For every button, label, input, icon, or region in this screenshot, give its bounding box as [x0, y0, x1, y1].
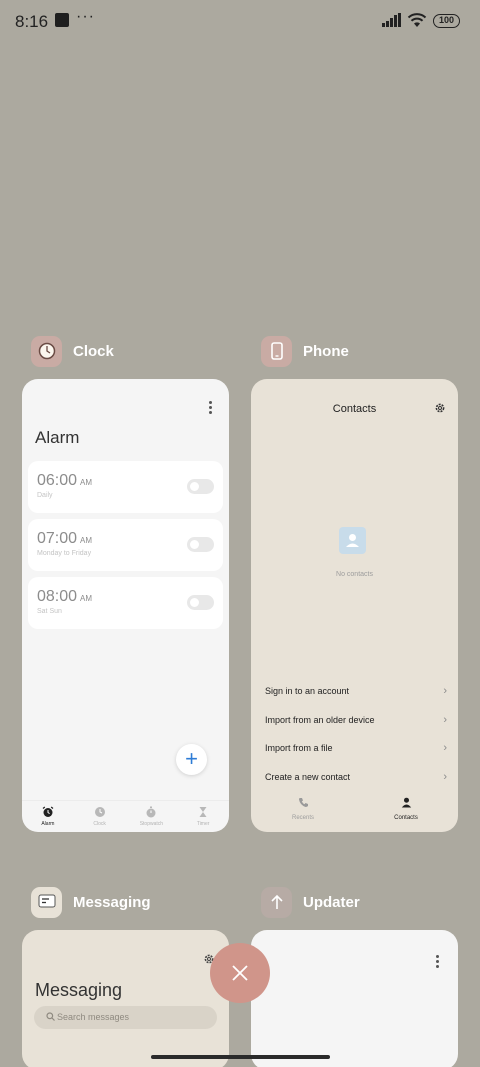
alarm-ampm: AM	[80, 594, 93, 603]
more-options-icon[interactable]	[209, 401, 213, 416]
search-placeholder: Search messages	[57, 1012, 130, 1022]
phone-icon	[298, 798, 308, 807]
clock-tab-bar: Alarm Clock Stopwatch Timer	[22, 800, 229, 832]
phone-app-preview[interactable]: Contacts No contacts Sign in to an accou…	[251, 379, 458, 832]
notification-icon	[55, 13, 69, 27]
signal-icon	[382, 13, 401, 27]
app-label-updater: Updater	[303, 893, 360, 911]
app-label-phone: Phone	[303, 342, 349, 360]
page-title: Contacts	[332, 403, 377, 415]
option-label: Import from an older device	[265, 715, 375, 725]
phone-app-icon	[261, 335, 292, 367]
battery-icon: 100	[433, 14, 460, 28]
messaging-app-icon	[31, 886, 62, 918]
alarm-toggle[interactable]	[187, 595, 214, 610]
tab-alarm[interactable]: Alarm	[22, 801, 74, 832]
empty-state-text: No contacts	[336, 571, 373, 578]
settings-gear-icon[interactable]	[434, 402, 446, 414]
tab-label: Timer	[196, 821, 210, 827]
alarm-toggle[interactable]	[187, 537, 214, 552]
page-title: Messaging	[35, 980, 123, 1000]
status-time: 8:16	[15, 12, 49, 31]
option-label: Sign in to an account	[265, 686, 350, 696]
tab-stopwatch[interactable]: Stopwatch	[126, 801, 178, 832]
updater-app-preview[interactable]	[251, 930, 458, 1067]
alarm-item[interactable]: 07:00 AM Monday to Friday	[28, 519, 223, 571]
alarm-time: 06:00	[37, 472, 78, 489]
messaging-app-preview[interactable]: Messaging Search messages	[22, 930, 229, 1067]
clock-app-icon	[31, 335, 62, 367]
hourglass-icon	[199, 807, 207, 817]
home-indicator[interactable]	[151, 1055, 330, 1059]
app-header-messaging[interactable]: Messaging	[31, 886, 151, 918]
tab-label: Alarm	[41, 821, 55, 827]
search-icon	[46, 1012, 55, 1021]
tab-contacts[interactable]: Contacts	[354, 795, 458, 821]
close-icon	[232, 965, 248, 981]
alarm-repeat: Sat Sun	[37, 608, 62, 615]
app-header-clock[interactable]: Clock	[31, 335, 114, 367]
clear-all-button[interactable]	[210, 943, 270, 1003]
app-label-clock: Clock	[73, 342, 114, 360]
alarm-time: 07:00	[37, 530, 78, 547]
alarm-icon	[42, 806, 54, 817]
clock-icon	[94, 807, 105, 817]
alarm-ampm: AM	[80, 478, 93, 487]
alarm-item[interactable]: 06:00 AM Daily	[28, 461, 223, 513]
tab-label: Clock	[93, 821, 106, 827]
status-bar: 8:16 ··· 100	[0, 0, 480, 44]
create-contact-option[interactable]: Create a new contact ›	[265, 771, 447, 788]
updater-app-icon	[261, 886, 292, 918]
alarm-repeat: Monday to Friday	[37, 550, 92, 557]
chevron-right-icon: ›	[443, 714, 447, 726]
clock-app-preview[interactable]: Alarm 06:00 AM Daily 07:00 AM Monday to Fr…	[22, 379, 229, 832]
person-icon	[401, 797, 411, 808]
option-label: Import from a file	[265, 743, 333, 753]
tab-label: Contacts	[394, 815, 418, 821]
import-file-option[interactable]: Import from a file ›	[265, 742, 447, 759]
chevron-right-icon: ›	[443, 742, 447, 754]
app-header-phone[interactable]: Phone	[261, 335, 349, 367]
search-messages-input[interactable]: Search messages	[34, 1006, 217, 1029]
tab-clock[interactable]: Clock	[74, 801, 126, 832]
import-older-device-option[interactable]: Import from an older device ›	[265, 714, 447, 731]
tab-label: Recents	[291, 815, 314, 821]
tab-label: Stopwatch	[139, 821, 164, 827]
chevron-right-icon: ›	[443, 771, 447, 783]
app-label-messaging: Messaging	[73, 893, 151, 911]
alarm-time: 08:00	[37, 588, 78, 605]
wifi-icon	[407, 13, 427, 27]
tab-recents[interactable]: Recents	[251, 795, 355, 821]
empty-contacts-icon	[339, 527, 366, 554]
option-label: Create a new contact	[265, 772, 351, 782]
app-header-updater[interactable]: Updater	[261, 886, 360, 918]
more-notifications-icon: ···	[76, 8, 95, 25]
alarm-ampm: AM	[80, 536, 93, 545]
tab-timer[interactable]: Timer	[177, 801, 229, 832]
alarm-repeat: Daily	[37, 492, 53, 499]
alarm-toggle[interactable]	[187, 479, 214, 494]
stopwatch-icon	[146, 806, 156, 818]
page-title: Alarm	[35, 428, 80, 447]
chevron-right-icon: ›	[443, 685, 447, 697]
sign-in-option[interactable]: Sign in to an account ›	[265, 685, 447, 702]
more-options-icon[interactable]	[436, 955, 440, 970]
alarm-item[interactable]: 08:00 AM Sat Sun	[28, 577, 223, 629]
add-alarm-button[interactable]: +	[176, 744, 207, 775]
